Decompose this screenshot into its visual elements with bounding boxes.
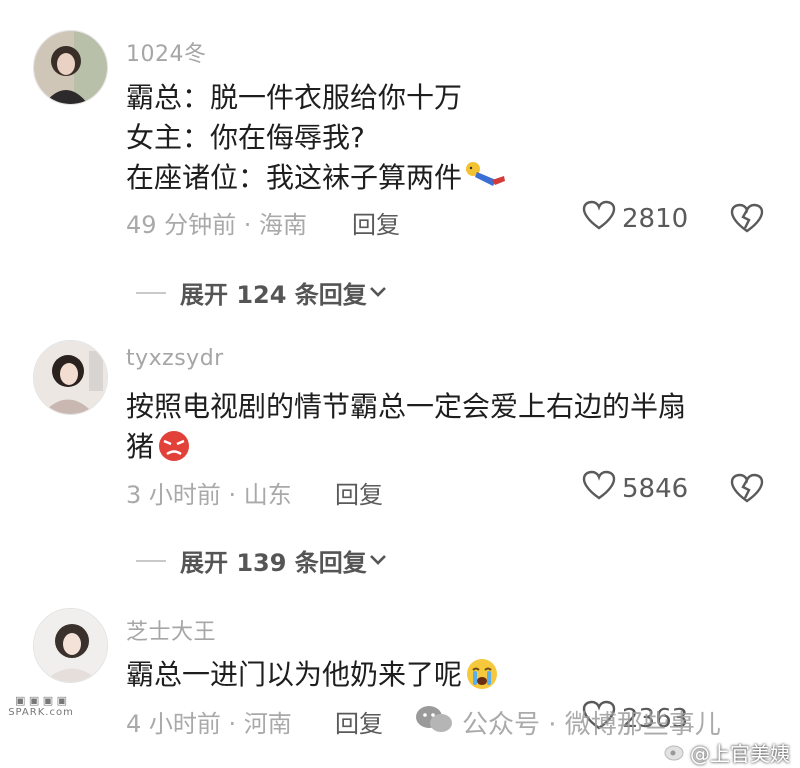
avatar[interactable] bbox=[33, 608, 108, 683]
comment-text-line: 猪 bbox=[126, 425, 192, 469]
wechat-watermark: 公众号 · 微博那些事儿 bbox=[414, 703, 721, 741]
expand-replies-label: 展开 139 条回复 bbox=[180, 549, 367, 577]
comment-text: 霸总一进门以为他奶来了呢 bbox=[126, 658, 463, 691]
expand-replies-button[interactable]: 展开 124 条回复 bbox=[136, 275, 389, 310]
comment-time-location: 4 小时前 · 河南 bbox=[126, 710, 292, 738]
divider bbox=[136, 559, 166, 562]
chevron-down-icon bbox=[367, 283, 389, 303]
comment-text: 猪 bbox=[126, 430, 155, 463]
comment-text-line: 在座诸位：我这袜子算两件 bbox=[126, 156, 506, 199]
expand-replies-label: 展开 124 条回复 bbox=[180, 281, 367, 309]
chevron-down-icon bbox=[367, 551, 389, 571]
avatar[interactable] bbox=[33, 30, 108, 105]
username[interactable]: tyxzsydr bbox=[126, 346, 224, 371]
avatar[interactable] bbox=[33, 340, 108, 415]
reply-button[interactable]: 回复 bbox=[335, 475, 383, 510]
like-count: 5846 bbox=[622, 473, 689, 504]
heart-outline-icon bbox=[582, 470, 616, 507]
comment-text: 女主：你在侮辱我? bbox=[126, 121, 365, 154]
username[interactable]: 芝士大王 bbox=[126, 614, 216, 646]
like-button[interactable]: 5846 bbox=[582, 470, 688, 507]
broken-heart-icon bbox=[730, 203, 764, 237]
crying-face-emoji-icon bbox=[464, 656, 500, 697]
weibo-icon bbox=[664, 741, 686, 765]
site-watermark: ▣ ▣ ▣ ▣ SPARK.com bbox=[6, 694, 76, 718]
dislike-button[interactable] bbox=[730, 473, 764, 507]
comment-text: 按照电视剧的情节霸总一定会爱上右边的半扇 bbox=[126, 390, 687, 423]
broken-heart-icon bbox=[730, 473, 764, 507]
username[interactable]: 1024冬 bbox=[126, 36, 207, 68]
wechat-watermark-text: 公众号 · 微博那些事儿 bbox=[462, 709, 721, 740]
comment-time-location: 3 小时前 · 山东 bbox=[126, 481, 292, 509]
comment-time-location: 49 分钟前 · 海南 bbox=[126, 211, 308, 239]
heart-outline-icon bbox=[582, 200, 616, 237]
site-logo-icon: ▣ ▣ ▣ ▣ bbox=[14, 694, 68, 707]
wechat-icon bbox=[414, 703, 454, 741]
angry-face-emoji-icon bbox=[156, 428, 192, 469]
dislike-button[interactable] bbox=[730, 203, 764, 237]
comment-text: 霸总：脱一件衣服给你十万 bbox=[126, 81, 463, 114]
site-watermark-text: SPARK.com bbox=[8, 707, 74, 718]
like-count: 2810 bbox=[622, 203, 689, 234]
reply-button[interactable]: 回复 bbox=[352, 205, 400, 240]
fallen-person-emoji-icon bbox=[464, 160, 506, 199]
reply-button[interactable]: 回复 bbox=[335, 704, 383, 739]
weibo-watermark-text: @上官美姨 bbox=[690, 742, 790, 766]
comment-text: 在座诸位：我这袜子算两件 bbox=[126, 161, 463, 194]
weibo-watermark: @上官美姨 bbox=[664, 738, 790, 767]
comment-text-line: 霸总一进门以为他奶来了呢 bbox=[126, 653, 500, 697]
expand-replies-button[interactable]: 展开 139 条回复 bbox=[136, 543, 389, 578]
like-button[interactable]: 2810 bbox=[582, 200, 688, 237]
divider bbox=[136, 291, 166, 294]
